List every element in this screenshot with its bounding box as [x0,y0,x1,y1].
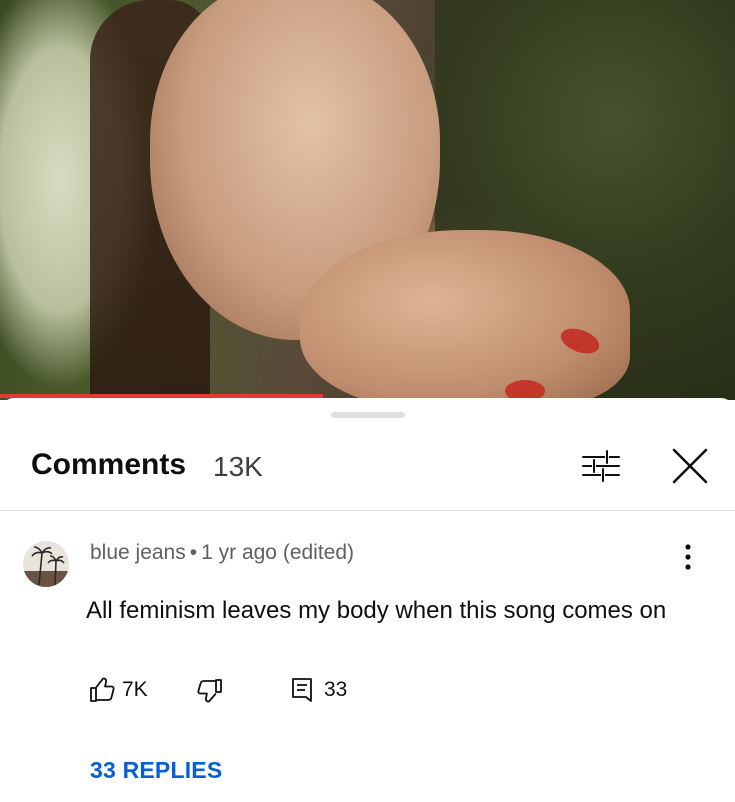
reply-count: 33 [324,678,348,701]
comment-icon [292,678,312,702]
comments-header: Comments 13K [0,438,735,508]
view-replies-link[interactable]: 33 REPLIES [90,757,222,784]
close-button[interactable] [668,444,712,488]
filter-button[interactable] [579,446,623,486]
comment-item: blue jeans • 1 yr ago (edited) All feminis… [0,511,735,802]
drag-handle[interactable] [331,412,405,418]
dislike-button[interactable] [196,677,226,705]
comments-count: 13K [213,451,263,482]
like-count: 7K [122,678,148,701]
comment-text: All feminism leaves my body when this so… [86,597,667,624]
thumbs-up-icon [90,677,115,702]
comments-sheet: Comments 13K blue jeans • 1 yr ago (edit… [0,398,735,802]
comment-actions: 7K 33 [88,675,488,705]
video-player[interactable] [0,0,735,400]
reply-button[interactable]: 33 [290,675,347,705]
more-vertical-icon [685,544,691,570]
sliders-icon [582,450,620,482]
meta-separator: • [189,541,198,564]
video-subject-hand [300,230,630,400]
thumbs-down-icon [197,679,222,703]
comment-time: 1 yr ago (edited) [201,541,355,564]
more-options-button[interactable] [676,539,700,575]
comment-author[interactable]: blue jeans [90,541,186,564]
close-icon [672,448,708,484]
nail [505,380,545,400]
like-button[interactable]: 7K [88,675,148,705]
comment-meta: blue jeans • 1 yr ago (edited) [90,541,354,565]
avatar-image [23,541,69,587]
comments-title: Comments [31,448,187,481]
avatar[interactable] [23,541,69,587]
